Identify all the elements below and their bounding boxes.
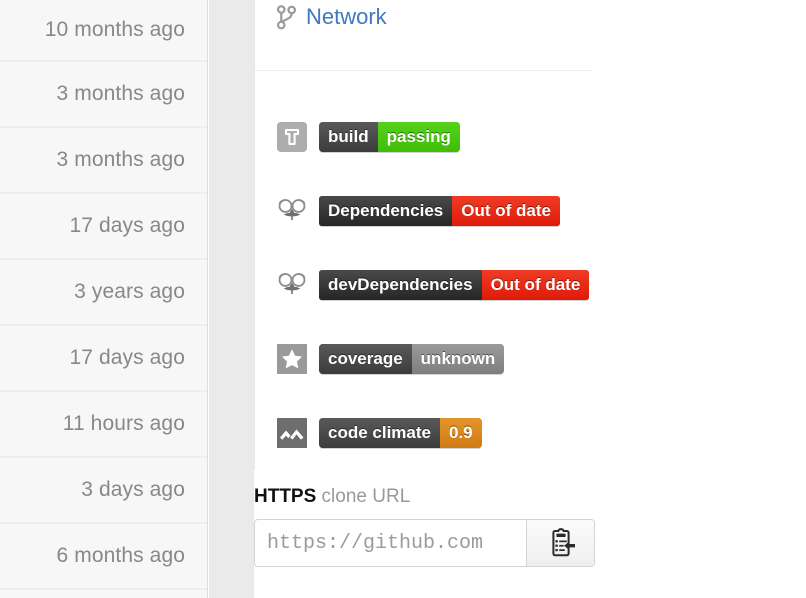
network-link-label: Network bbox=[306, 4, 387, 29]
status-badge[interactable]: devDependencies Out of date bbox=[319, 270, 590, 300]
badge-label: devDependencies bbox=[319, 270, 482, 300]
status-badge[interactable]: coverage unknown bbox=[319, 344, 505, 374]
badge-label: code climate bbox=[319, 418, 440, 448]
panel-gutter bbox=[209, 0, 254, 598]
status-badge[interactable]: Dependencies Out of date bbox=[319, 196, 560, 226]
badge-value: Out of date bbox=[452, 196, 560, 226]
commit-age-text: 6 months ago bbox=[56, 544, 185, 567]
commit-age-text: 3 years ago bbox=[74, 280, 185, 303]
code-climate-chevrons-glyph bbox=[280, 429, 304, 440]
list-item[interactable]: 3 days ago bbox=[0, 458, 207, 524]
clone-url-title: HTTPS clone URL bbox=[254, 486, 654, 508]
list-item[interactable]: 3 years ago bbox=[0, 260, 207, 326]
badge-value: Out of date bbox=[481, 270, 590, 300]
copy-to-clipboard-button[interactable] bbox=[526, 520, 594, 566]
star-glyph bbox=[282, 349, 302, 369]
groucho-glasses-glyph bbox=[278, 199, 306, 220]
network-link-block[interactable]: Network bbox=[254, 0, 592, 71]
clone-url-section: HTTPS clone URL bbox=[254, 486, 654, 567]
commit-age-text: 17 days ago bbox=[69, 214, 185, 237]
david-dm-glasses-icon bbox=[276, 269, 308, 301]
david-dm-glasses-icon bbox=[276, 195, 308, 227]
badge-row-code-climate[interactable]: code climate 0.9 bbox=[254, 396, 806, 470]
badge-label: build bbox=[319, 122, 378, 152]
badge-value: passing bbox=[377, 122, 460, 152]
badge-label: Dependencies bbox=[319, 196, 453, 226]
commit-age-list: 10 months ago 3 months ago 3 months ago … bbox=[0, 0, 208, 598]
badge-value: unknown bbox=[411, 344, 505, 374]
coveralls-star-icon bbox=[276, 343, 308, 375]
list-item[interactable]: 10 months ago bbox=[0, 0, 207, 62]
clone-url-suffix: clone URL bbox=[316, 486, 411, 507]
list-item[interactable]: 17 days ago bbox=[0, 326, 207, 392]
badge-row-build[interactable]: build passing bbox=[254, 100, 806, 174]
badge-row-coverage[interactable]: coverage unknown bbox=[254, 322, 806, 396]
network-icon bbox=[276, 5, 297, 30]
clone-protocol-label: HTTPS bbox=[254, 486, 317, 507]
status-badge-list: build passing Dependencies Out of date d… bbox=[254, 100, 806, 470]
list-item[interactable]: 6 months ago bbox=[0, 524, 207, 590]
code-climate-icon bbox=[276, 417, 308, 449]
clipboard-copy-icon bbox=[551, 528, 575, 557]
list-item[interactable]: 3 months ago bbox=[0, 128, 207, 194]
badge-label: coverage bbox=[319, 344, 412, 374]
travis-ci-icon bbox=[276, 121, 308, 153]
commit-age-text: 3 days ago bbox=[81, 478, 185, 501]
badge-row-dev-dependencies[interactable]: devDependencies Out of date bbox=[254, 248, 806, 322]
list-item[interactable]: 3 months ago bbox=[0, 62, 207, 128]
list-item[interactable]: 17 days ago bbox=[0, 194, 207, 260]
badge-row-dependencies[interactable]: Dependencies Out of date bbox=[254, 174, 806, 248]
list-item[interactable]: 11 hours ago bbox=[0, 392, 207, 458]
clone-url-field-group bbox=[254, 519, 595, 567]
repository-detail-panel: Network build passing Dependencies Out o… bbox=[254, 0, 806, 598]
badge-value: 0.9 bbox=[440, 418, 482, 448]
commit-age-text: 3 months ago bbox=[56, 82, 185, 105]
commit-age-text: 3 months ago bbox=[56, 148, 185, 171]
status-badge[interactable]: build passing bbox=[319, 122, 460, 152]
clone-url-input[interactable] bbox=[255, 520, 526, 566]
groucho-glasses-glyph bbox=[278, 273, 306, 294]
commit-age-text: 17 days ago bbox=[69, 346, 185, 369]
repository-sidebar-screen: 10 months ago 3 months ago 3 months ago … bbox=[0, 0, 806, 598]
travis-t-glyph bbox=[284, 128, 300, 146]
commit-age-text: 10 months ago bbox=[44, 18, 185, 41]
status-badge[interactable]: code climate 0.9 bbox=[319, 418, 482, 448]
commit-age-text: 11 hours ago bbox=[62, 412, 185, 435]
